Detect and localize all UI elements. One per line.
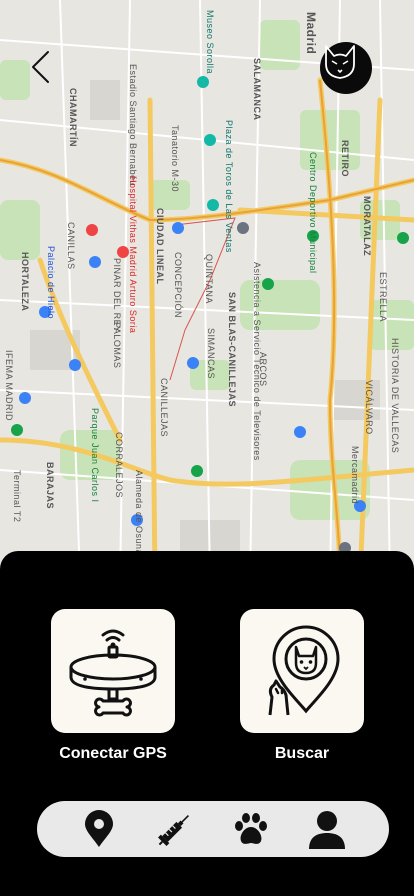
cat-location-pin-icon xyxy=(268,625,340,716)
map-label-quintana: QUINTANA xyxy=(204,254,214,304)
map-label-salamanca: SALAMANCA xyxy=(252,58,262,121)
map-label-terminal: Terminal T2 xyxy=(12,470,22,523)
map-label-simancas: SIMANCAS xyxy=(206,328,216,380)
search-action[interactable]: Buscar xyxy=(240,609,364,763)
connect-gps-label: Conectar GPS xyxy=(59,745,167,762)
map-label-corralejos: CORRALEJOS xyxy=(114,432,124,499)
map-label-retiro: RETIRO xyxy=(340,140,350,178)
map-label-chamartin: CHAMARTÍN xyxy=(68,88,78,147)
map-label-hortaleza: HORTALEZA xyxy=(20,252,30,312)
connect-gps-action[interactable]: Conectar GPS xyxy=(51,609,175,763)
nav-location[interactable] xyxy=(77,807,121,851)
map-label-parque: Parque Juan Carlos I xyxy=(90,408,100,503)
search-label: Buscar xyxy=(274,745,330,762)
search-button[interactable] xyxy=(240,609,364,733)
map-label-centro-deportivo: Centro Deportivo Municipal xyxy=(308,152,318,274)
map-label-ifema: IFEMA MADRID xyxy=(4,350,14,422)
gps-collar-icon xyxy=(69,629,157,717)
map-label-museo-sorolla: Museo Sorolla xyxy=(205,10,215,75)
map-view[interactable]: CHAMARTÍN HORTALEZA CIUDAD LINEAL SAN BL… xyxy=(0,0,414,580)
map-label-vicalvaro: VICÁLVARO xyxy=(364,380,374,435)
map-label-hospital: Hospital Vithas Madrid Arturo Soria xyxy=(128,176,138,334)
chevron-left-icon xyxy=(32,51,49,83)
map-label-palacio-hielo: Palacio de Hielo xyxy=(46,246,56,320)
nav-pets[interactable] xyxy=(229,807,273,851)
location-icon xyxy=(85,810,113,847)
connect-gps-button[interactable] xyxy=(51,609,175,733)
map-label-estadio: Estadio Santiago Bernabéu xyxy=(128,64,138,187)
nav-vaccines[interactable] xyxy=(153,807,197,851)
map-label-moratalaz: MORATALAZ xyxy=(362,196,372,257)
map-label-alameda: Alameda de Osuna xyxy=(134,470,144,556)
user-icon xyxy=(309,811,345,849)
map-label-tanatorio: Tanatorio M-30 xyxy=(170,125,180,193)
profile-avatar[interactable] xyxy=(320,42,372,94)
map-label-san-blas: SAN BLAS-CANILLEJAS xyxy=(227,292,237,408)
map-label-plaza-toros: Plaza de Toros de Las Ventas xyxy=(224,120,234,253)
bottom-sheet: Conectar GPS Buscar xyxy=(0,551,414,896)
map-label-pinar: PINAR DEL REY xyxy=(112,258,122,333)
paw-icon xyxy=(235,813,267,844)
bottom-nav xyxy=(37,801,389,857)
nav-profile[interactable] xyxy=(305,807,349,851)
cat-face-icon xyxy=(325,45,355,79)
back-button[interactable] xyxy=(30,50,60,90)
map-label-canillas: CANILLAS xyxy=(66,222,76,270)
map-label-canillejas: CANILLEJAS xyxy=(159,378,169,438)
map-label-historia: HISTORIA DE VALLECAS xyxy=(390,338,400,454)
map-label-estrella: ESTRELLA xyxy=(378,272,388,323)
map-label-aesc: Asistencia a Servicio Técnico de Televis… xyxy=(252,262,262,461)
map-label-barajas: BARAJAS xyxy=(45,462,55,510)
map-label-madrid: Madrid xyxy=(304,12,318,55)
map-label-concepcion: CONCEPCIÓN xyxy=(173,252,183,319)
syringe-icon xyxy=(158,814,190,846)
map-label-ciudad-lineal: CIUDAD LINEAL xyxy=(155,208,165,285)
map-label-mercamadrid: Mercamadrid xyxy=(350,446,360,505)
